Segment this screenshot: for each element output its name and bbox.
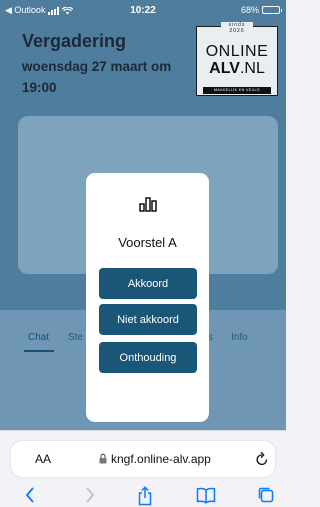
logo-since-text: sinds 2020 <box>221 22 253 34</box>
tab-chat[interactable]: Chat <box>28 332 49 343</box>
niet-akkoord-button[interactable]: Niet akkoord <box>99 304 197 335</box>
battery-percentage: 68% <box>240 5 259 15</box>
status-bar: ◀ Outlook 10:22 68% <box>0 0 286 22</box>
share-icon[interactable] <box>137 486 153 506</box>
akkoord-button[interactable]: Akkoord <box>99 268 197 299</box>
forward-icon[interactable] <box>84 486 96 504</box>
browser-toolbar <box>0 483 286 507</box>
url-text[interactable]: kngf.online-alv.app <box>111 452 211 466</box>
logo-tagline: MAKKELIJK EN VEILIG <box>203 87 271 94</box>
meeting-date: woensdag 27 maart om 19:00 <box>22 59 172 95</box>
online-alv-logo: sinds 2020 ONLINE ALV.NL MAKKELIJK EN VE… <box>196 22 278 96</box>
vote-dialog: Voorstel A Akkoord Niet akkoord Onthoudi… <box>86 173 209 422</box>
lock-icon <box>99 453 107 464</box>
proposal-title: Voorstel A <box>118 235 177 250</box>
browser-chrome: AA kngf.online-alv.app <box>0 430 286 507</box>
reader-options-button[interactable]: AA <box>35 452 51 466</box>
address-bar[interactable]: AA kngf.online-alv.app <box>11 441 275 477</box>
reload-icon[interactable] <box>255 451 269 467</box>
logo-online-text: ONLINE <box>205 43 269 60</box>
tab-stemmen[interactable]: Ste <box>68 332 83 343</box>
meeting-title: Vergadering <box>22 31 127 51</box>
tab-active-indicator <box>24 350 54 352</box>
poll-icon <box>139 197 157 212</box>
battery-icon <box>262 6 282 14</box>
logo-alv-text: ALV.NL <box>209 60 265 77</box>
onthouding-button[interactable]: Onthouding <box>99 342 197 373</box>
bookmarks-icon[interactable] <box>196 486 216 504</box>
tabs-icon[interactable] <box>257 486 275 504</box>
tab-info[interactable]: Info <box>231 332 248 343</box>
back-icon[interactable] <box>24 486 36 504</box>
